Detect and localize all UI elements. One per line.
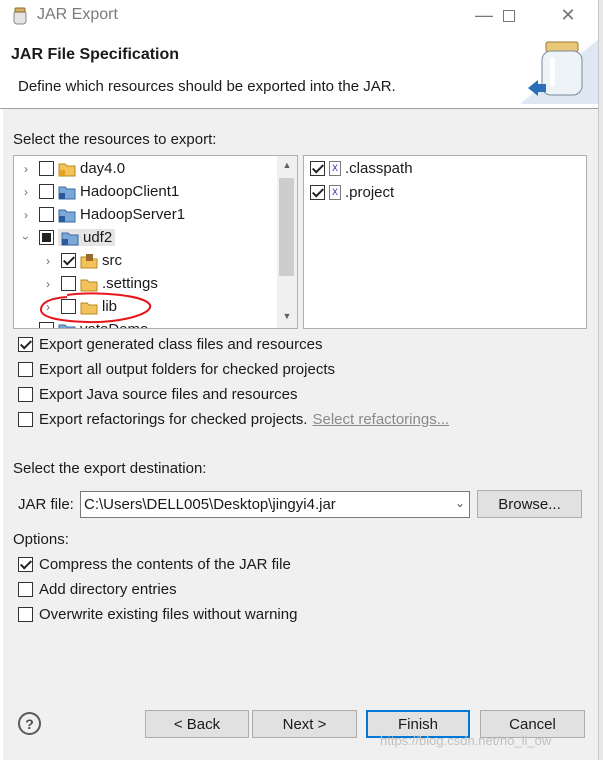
folder-icon: [80, 279, 98, 291]
next-button[interactable]: Next >: [252, 710, 357, 738]
option-export-class-files[interactable]: Export generated class files and resourc…: [18, 333, 322, 355]
tree-checkbox[interactable]: [39, 230, 54, 245]
chevron-right-icon[interactable]: ›: [41, 277, 55, 291]
tree-checkbox[interactable]: [39, 207, 54, 222]
xml-file-icon: X: [329, 185, 341, 200]
tree-item-udf2[interactable]: › udf2: [19, 226, 116, 249]
checkbox[interactable]: [18, 411, 33, 427]
xml-file-icon: X: [329, 161, 341, 176]
close-icon: ✕: [560, 5, 576, 25]
file-item-project[interactable]: X .project: [310, 181, 394, 204]
scroll-down-icon[interactable]: ▼: [277, 311, 297, 321]
maximize-icon: [503, 9, 515, 22]
chevron-down-icon[interactable]: ›: [19, 231, 33, 245]
checkbox[interactable]: [18, 361, 33, 377]
window-edge: [598, 0, 603, 760]
help-button[interactable]: ?: [18, 712, 41, 735]
project-folder-icon: [58, 163, 76, 176]
tree-checkbox[interactable]: [39, 161, 54, 176]
destination-label: Select the export destination:: [13, 460, 207, 477]
jar-file-path[interactable]: C:\Users\DELL005\Desktop\jingyi4.jar: [84, 496, 336, 513]
file-item-classpath[interactable]: X .classpath: [310, 157, 413, 180]
tree-checkbox[interactable]: [39, 184, 54, 199]
jar-app-icon: [13, 7, 27, 25]
checkbox[interactable]: [18, 606, 33, 622]
project-folder-icon: [58, 186, 76, 199]
jar-file-label: JAR file:: [18, 496, 74, 513]
resources-label: Select the resources to export:: [13, 131, 217, 148]
page-title: JAR File Specification: [11, 46, 180, 63]
option-export-java-source[interactable]: Export Java source files and resources: [18, 383, 297, 405]
option-compress[interactable]: Compress the contents of the JAR file: [18, 553, 291, 575]
select-refactorings-link[interactable]: Select refactorings...: [312, 411, 449, 428]
option-export-refactorings[interactable]: Export refactorings for checked projects…: [18, 408, 449, 430]
tree-item-src[interactable]: › src: [41, 249, 122, 272]
project-folder-icon: [61, 232, 79, 245]
tree-item-hadoopserver1[interactable]: › HadoopServer1: [19, 203, 185, 226]
tree-checkbox[interactable]: [61, 253, 76, 268]
selected-item: udf2: [58, 229, 116, 246]
back-button[interactable]: < Back: [145, 710, 249, 738]
maximize-button[interactable]: [486, 0, 532, 31]
chevron-right-icon[interactable]: ›: [41, 254, 55, 268]
scroll-up-icon[interactable]: ▲: [277, 160, 297, 170]
options-label: Options:: [13, 531, 69, 548]
checkbox[interactable]: [18, 581, 33, 597]
option-export-output-folders[interactable]: Export all output folders for checked pr…: [18, 358, 335, 380]
browse-button[interactable]: Browse...: [477, 490, 582, 518]
jar-file-combo[interactable]: C:\Users\DELL005\Desktop\jingyi4.jar ⌄: [80, 491, 470, 518]
window-title: JAR Export: [37, 6, 118, 23]
option-directory-entries[interactable]: Add directory entries: [18, 578, 177, 600]
tree-checkbox[interactable]: [61, 276, 76, 291]
watermark: https://blog.csdn.net/no_ll_ow: [380, 733, 552, 748]
chevron-down-icon[interactable]: ⌄: [455, 496, 465, 510]
chevron-right-icon[interactable]: ›: [19, 162, 33, 176]
scrollbar-thumb[interactable]: [279, 178, 294, 276]
chevron-right-icon[interactable]: ›: [19, 323, 33, 329]
red-annotation-circle: [40, 292, 152, 324]
tree-item-hadoopclient1[interactable]: › HadoopClient1: [19, 180, 179, 203]
project-folder-icon: [58, 209, 76, 222]
option-overwrite[interactable]: Overwrite existing files without warning: [18, 603, 297, 625]
file-checkbox[interactable]: [310, 161, 325, 176]
file-list[interactable]: X .classpath X .project: [303, 155, 587, 329]
chevron-right-icon[interactable]: ›: [19, 185, 33, 199]
close-button[interactable]: ✕: [545, 0, 591, 31]
checkbox[interactable]: [18, 386, 33, 402]
source-folder-icon: [80, 253, 98, 268]
help-icon: ?: [25, 715, 34, 732]
file-checkbox[interactable]: [310, 185, 325, 200]
page-description: Define which resources should be exporte…: [18, 78, 396, 95]
tree-item-day4[interactable]: › day4.0: [19, 157, 125, 180]
jar-banner-icon: [520, 38, 600, 104]
chevron-right-icon[interactable]: ›: [19, 208, 33, 222]
checkbox[interactable]: [18, 336, 33, 352]
checkbox[interactable]: [18, 556, 33, 572]
